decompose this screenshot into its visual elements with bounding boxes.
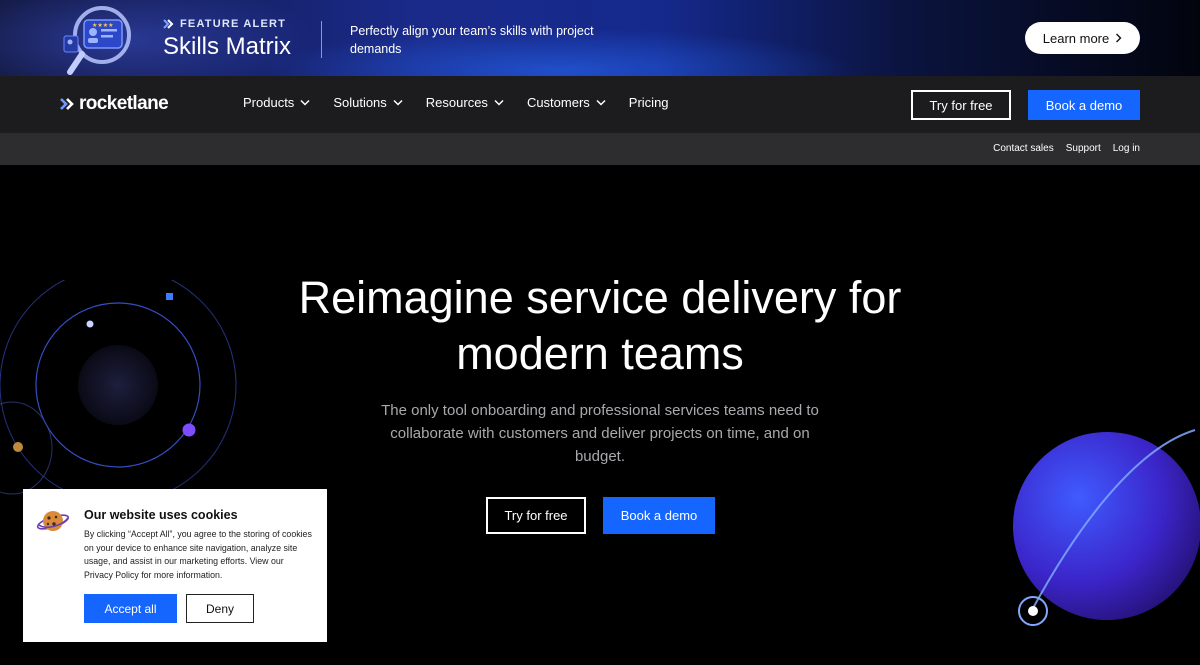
nav-item-products[interactable]: Products xyxy=(243,95,310,110)
deny-button[interactable]: Deny xyxy=(186,594,254,623)
accept-all-button[interactable]: Accept all xyxy=(84,594,177,623)
nav-item-label: Products xyxy=(243,95,295,110)
support-link[interactable]: Support xyxy=(1066,143,1101,154)
hero-title-line-1: Reimagine service delivery for xyxy=(298,272,902,323)
svg-text:★★★★: ★★★★ xyxy=(92,22,114,29)
nav-item-solutions[interactable]: Solutions xyxy=(333,95,403,110)
chevron-right-icon xyxy=(1116,33,1122,43)
feature-alert-label: FEATURE ALERT xyxy=(180,18,287,30)
banner-description: Perfectly align your team’s skills with … xyxy=(350,24,594,56)
main-nav: rocketlane Products Solutions Resources … xyxy=(0,76,1200,133)
contact-sales-link[interactable]: Contact sales xyxy=(993,143,1054,154)
double-chevron-icon xyxy=(163,19,174,29)
hero-try-free-button[interactable]: Try for free xyxy=(486,497,586,534)
cookie-description: By clicking “Accept All”, you agree to t… xyxy=(84,529,312,580)
nav-book-demo-button[interactable]: Book a demo xyxy=(1028,90,1140,120)
feature-alert-tag: FEATURE ALERT xyxy=(163,18,286,30)
secondary-nav-links: Contact sales Support Log in xyxy=(993,143,1140,154)
planet-illustration xyxy=(1013,429,1200,626)
hero-title-line-2: modern teams xyxy=(456,328,744,379)
log-in-link[interactable]: Log in xyxy=(1113,143,1140,154)
nav-item-label: Resources xyxy=(425,95,488,110)
chevron-down-icon xyxy=(300,99,310,106)
secondary-nav: Contact sales Support Log in xyxy=(0,133,1200,165)
nav-item-label: Pricing xyxy=(628,95,669,110)
announcement-banner: ★★★★ FEATURE ALERT Skills Matrix Perfect… xyxy=(0,0,1200,76)
chevron-down-icon xyxy=(494,99,504,106)
cookie-consent-dialog: Our website uses cookies By clicking “Ac… xyxy=(23,489,327,642)
nav-item-customers[interactable]: Customers xyxy=(527,95,606,110)
magnifier-profile-card-icon: ★★★★ xyxy=(63,6,131,75)
cookie-title: Our website uses cookies xyxy=(84,508,238,522)
hero-book-demo-button[interactable]: Book a demo xyxy=(603,497,715,534)
learn-more-button[interactable]: Learn more xyxy=(1025,22,1140,54)
nav-item-label: Customers xyxy=(526,95,590,110)
logo-text: rocketlane xyxy=(79,93,169,114)
cookie-icon xyxy=(36,511,70,531)
rocketlane-logo[interactable]: rocketlane xyxy=(60,93,169,115)
nav-try-free-button[interactable]: Try for free xyxy=(911,90,1011,120)
learn-more-label: Learn more xyxy=(1042,30,1110,46)
nav-item-pricing[interactable]: Pricing xyxy=(629,95,669,110)
chevron-down-icon xyxy=(596,99,606,106)
hero-title: Reimagine service delivery for modern te… xyxy=(0,270,1200,382)
hero-subtitle: The only tool onboarding and professiona… xyxy=(381,402,819,465)
nav-item-label: Solutions xyxy=(333,95,387,110)
banner-title: Skills Matrix xyxy=(163,33,292,60)
nav-menu: Products Solutions Resources Customers P… xyxy=(243,95,692,110)
nav-item-resources[interactable]: Resources xyxy=(426,95,504,110)
banner-divider xyxy=(321,21,322,58)
double-chevron-icon xyxy=(60,98,74,110)
chevron-down-icon xyxy=(393,99,403,106)
